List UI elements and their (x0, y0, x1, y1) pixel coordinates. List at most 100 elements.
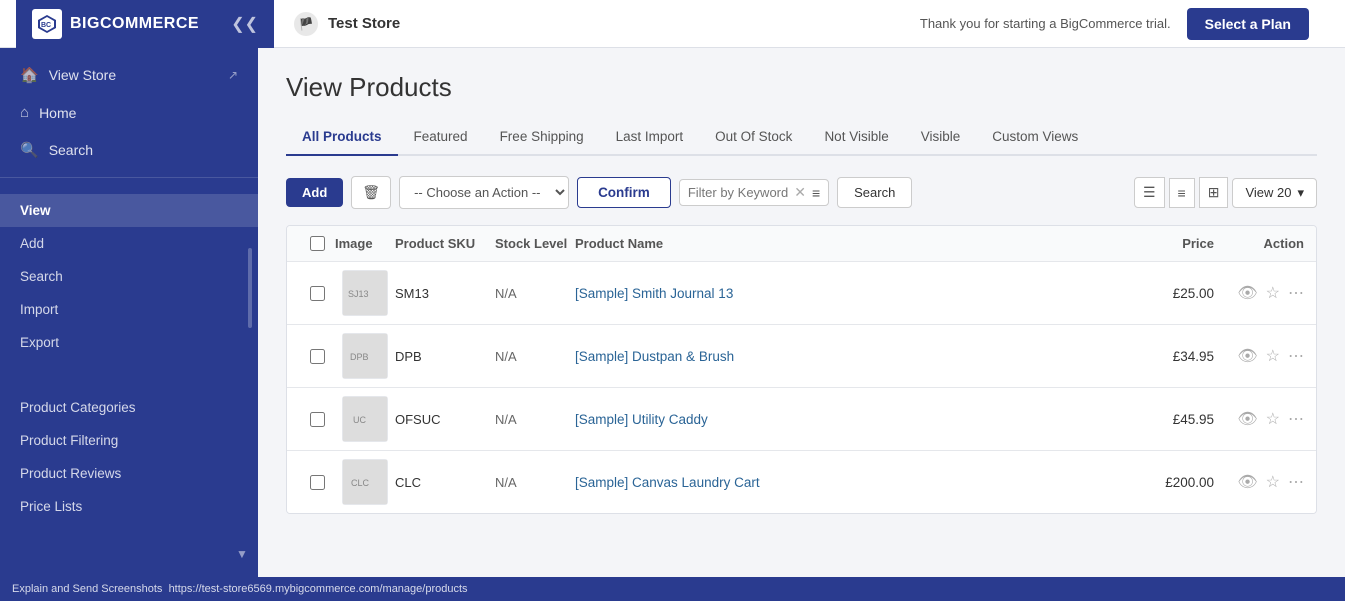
tab-all-products[interactable]: All Products (286, 119, 398, 156)
sidebar-item-search[interactable]: 🔍 Search (0, 131, 258, 169)
toolbar: Add 🗑 -- Choose an Action -- Confirm Fil… (286, 176, 1317, 209)
preview-icon[interactable]: 👁 (1237, 283, 1257, 303)
row-name: [Sample] Canvas Laundry Cart (575, 474, 1094, 490)
favorite-icon[interactable]: ☆ (1266, 472, 1280, 492)
add-button[interactable]: Add (286, 178, 343, 207)
row-checkbox[interactable] (310, 475, 325, 490)
sidebar-item-products-add[interactable]: Add (0, 227, 258, 260)
logo-icon: BC (32, 9, 62, 39)
row-image-cell: CLC (335, 459, 395, 505)
row-stock: N/A (495, 349, 575, 364)
row-check-cell (299, 349, 335, 364)
row-stock: N/A (495, 475, 575, 490)
row-name: [Sample] Smith Journal 13 (575, 285, 1094, 301)
product-name-link[interactable]: [Sample] Smith Journal 13 (575, 286, 733, 301)
svg-text:CLC: CLC (351, 478, 370, 488)
confirm-button[interactable]: Confirm (577, 177, 671, 208)
product-name-link[interactable]: [Sample] Dustpan & Brush (575, 349, 734, 364)
more-options-icon[interactable]: ⋯ (1288, 472, 1304, 492)
product-name-link[interactable]: [Sample] Utility Caddy (575, 412, 708, 427)
sidebar-item-label: View Store (49, 67, 116, 83)
table-row: SJ13 SM13 N/A [Sample] Smith Journal 13 … (287, 262, 1316, 325)
sidebar-item-product-filtering[interactable]: Product Filtering (0, 424, 258, 457)
sidebar-products-section: View Add Search Import Export (0, 178, 258, 363)
sidebar-link-label: Price Lists (20, 499, 82, 514)
main-content: View Products All Products Featured Free… (258, 48, 1345, 601)
tab-last-import[interactable]: Last Import (600, 119, 700, 156)
table-header: Image Product SKU Stock Level Product Na… (287, 226, 1316, 262)
filter-clear-button[interactable]: ✕ (794, 184, 806, 201)
grid-view-button[interactable]: ⊞ (1199, 177, 1229, 208)
select-all-checkbox[interactable] (310, 236, 325, 251)
select-plan-button[interactable]: Select a Plan (1187, 8, 1309, 40)
scroll-down-indicator: ▼ (232, 547, 252, 561)
top-bar: BC BIGCOMMERCE ❮❮ 🏴 Test Store Thank you… (0, 0, 1345, 48)
preview-icon[interactable]: 👁 (1237, 409, 1257, 429)
sidebar-link-label: Export (20, 335, 59, 350)
tab-visible[interactable]: Visible (905, 119, 977, 156)
search-button[interactable]: Search (837, 177, 912, 208)
more-options-icon[interactable]: ⋯ (1288, 346, 1304, 366)
more-options-icon[interactable]: ⋯ (1288, 409, 1304, 429)
row-actions: 👁 ☆ ⋯ (1214, 472, 1304, 492)
sidebar-nav-top: 🏠 View Store ↗ ⌂ Home 🔍 Search (0, 48, 258, 178)
collapse-sidebar-button[interactable]: ❮❮ (231, 14, 258, 34)
sidebar-item-home[interactable]: ⌂ Home (0, 94, 258, 131)
filter-keyword-label: Filter by Keyword (688, 185, 788, 200)
row-price: £200.00 (1094, 475, 1214, 490)
sidebar-item-product-reviews[interactable]: Product Reviews (0, 457, 258, 490)
tab-featured[interactable]: Featured (398, 119, 484, 156)
favorite-icon[interactable]: ☆ (1266, 409, 1280, 429)
row-check-cell (299, 475, 335, 490)
list-view-button[interactable]: ☰ (1134, 177, 1165, 208)
row-checkbox[interactable] (310, 286, 325, 301)
more-options-icon[interactable]: ⋯ (1288, 283, 1304, 303)
filter-box: Filter by Keyword ✕ ≡ (679, 179, 829, 206)
tab-custom-views[interactable]: Custom Views (976, 119, 1094, 156)
compact-list-icon: ≡ (1178, 185, 1186, 201)
preview-icon[interactable]: 👁 (1237, 346, 1257, 366)
row-stock: N/A (495, 286, 575, 301)
store-flag-icon: 🏴 (294, 12, 318, 36)
view-count-label: View 20 (1245, 185, 1291, 200)
tab-not-visible[interactable]: Not Visible (808, 119, 904, 156)
filter-options-icon[interactable]: ≡ (812, 185, 820, 201)
product-table: Image Product SKU Stock Level Product Na… (286, 225, 1317, 514)
row-name: [Sample] Utility Caddy (575, 411, 1094, 427)
compact-list-view-button[interactable]: ≡ (1169, 178, 1195, 208)
search-icon: 🔍 (20, 141, 39, 159)
sidebar-item-products-search[interactable]: Search (0, 260, 258, 293)
sidebar-item-view-store[interactable]: 🏠 View Store ↗ (0, 56, 258, 94)
product-thumbnail: CLC (342, 459, 388, 505)
row-checkbox[interactable] (310, 412, 325, 427)
status-url: https://test-store6569.mybigcommerce.com… (169, 583, 468, 595)
row-name: [Sample] Dustpan & Brush (575, 348, 1094, 364)
status-bar: Explain and Send Screenshots https://tes… (0, 577, 1345, 601)
status-label: Explain and Send Screenshots (12, 583, 162, 595)
sidebar-item-products-view[interactable]: View (0, 194, 258, 227)
table-row: UC OFSUC N/A [Sample] Utility Caddy £45.… (287, 388, 1316, 451)
tab-free-shipping[interactable]: Free Shipping (484, 119, 600, 156)
sidebar-item-product-categories[interactable]: Product Categories (0, 391, 258, 424)
tab-out-of-stock[interactable]: Out Of Stock (699, 119, 808, 156)
select-all-cell (299, 236, 335, 251)
logo-area: BC BIGCOMMERCE ❮❮ (16, 0, 274, 48)
svg-text:BC: BC (41, 22, 51, 29)
sidebar-item-products-export[interactable]: Export (0, 326, 258, 359)
action-select[interactable]: -- Choose an Action -- (399, 176, 569, 209)
preview-icon[interactable]: 👁 (1237, 472, 1257, 492)
sidebar-item-products-import[interactable]: Import (0, 293, 258, 326)
product-thumbnail: SJ13 (342, 270, 388, 316)
favorite-icon[interactable]: ☆ (1266, 346, 1280, 366)
sidebar-link-label: Product Reviews (20, 466, 121, 481)
delete-button[interactable]: 🗑 (351, 176, 391, 209)
product-name-link[interactable]: [Sample] Canvas Laundry Cart (575, 475, 760, 490)
trash-icon: 🗑 (362, 184, 380, 200)
top-bar-main: 🏴 Test Store Thank you for starting a Bi… (274, 8, 1329, 40)
view-count-button[interactable]: View 20 ▾ (1232, 178, 1317, 208)
sidebar-item-price-lists[interactable]: Price Lists (0, 490, 258, 523)
favorite-icon[interactable]: ☆ (1266, 283, 1280, 303)
svg-text:DPB: DPB (350, 352, 369, 362)
sidebar-catalog-section: Product Categories Product Filtering Pro… (0, 375, 258, 527)
row-checkbox[interactable] (310, 349, 325, 364)
